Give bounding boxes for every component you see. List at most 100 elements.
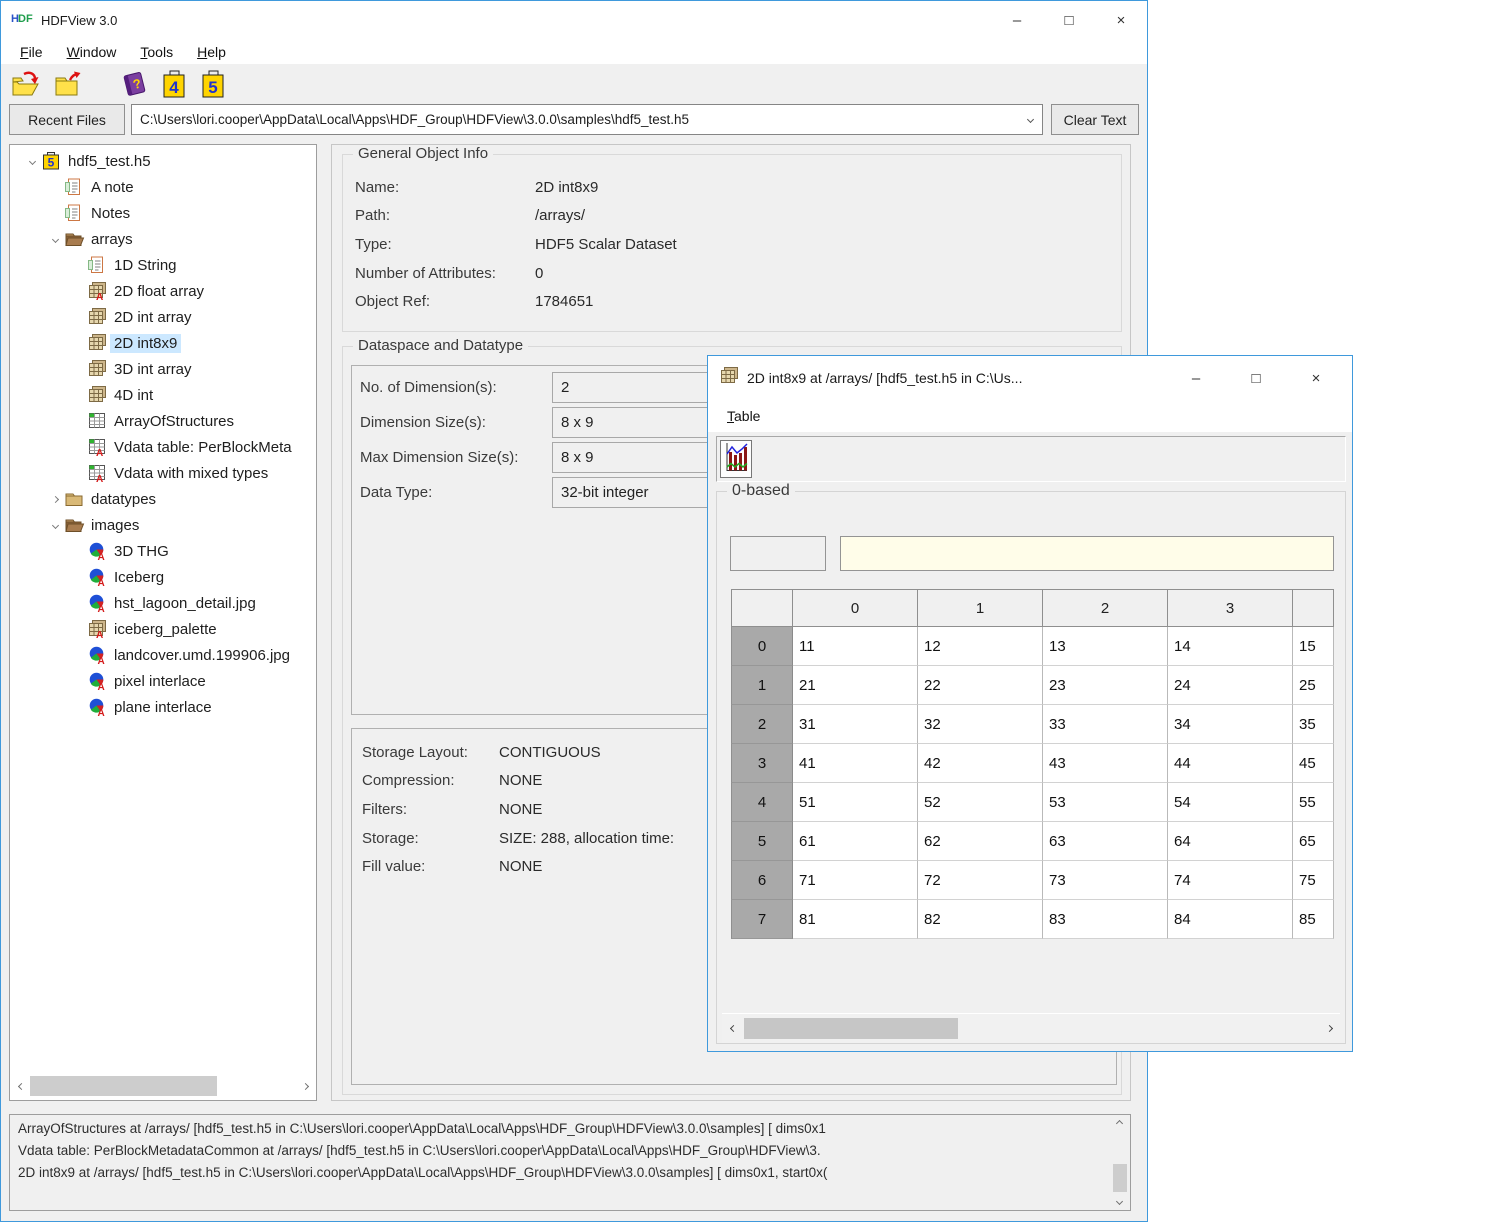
menu-window[interactable]: Window <box>58 42 126 62</box>
tree-item-notes[interactable]: Notes <box>10 200 316 226</box>
tree-item-3d-thg[interactable]: A3D THG <box>10 538 316 564</box>
grid-cell[interactable]: 63 <box>1043 822 1168 861</box>
table-window-titlebar[interactable]: 2D int8x9 at /arrays/ [hdf5_test.h5 in C… <box>708 356 1352 400</box>
grid-cell[interactable]: 11 <box>793 627 918 666</box>
grid-row-header[interactable]: 3 <box>731 744 793 783</box>
scroll-down-icon[interactable] <box>1116 1198 1123 1205</box>
tree-item-iceberg[interactable]: AIceberg <box>10 564 316 590</box>
grid-row-header[interactable]: 1 <box>731 666 793 705</box>
table-horizontal-scrollbar[interactable] <box>722 1013 1340 1043</box>
grid-cell[interactable]: 42 <box>918 744 1043 783</box>
close-icon[interactable]: × <box>1095 1 1147 39</box>
tree-item-hst-lagoon-detail-jpg[interactable]: Ahst_lagoon_detail.jpg <box>10 590 316 616</box>
grid-cell[interactable]: 21 <box>793 666 918 705</box>
grid-cell[interactable]: 75 <box>1293 861 1334 900</box>
grid-cell[interactable]: 14 <box>1168 627 1293 666</box>
grid-cell[interactable]: 43 <box>1043 744 1168 783</box>
tree-item-2d-float-array[interactable]: A2D float array <box>10 278 316 304</box>
clear-text-button[interactable]: Clear Text <box>1051 104 1139 135</box>
chevron-down-icon[interactable] <box>22 159 42 164</box>
hdf4-lib-button[interactable]: 4 <box>161 70 188 99</box>
scroll-left-icon[interactable] <box>12 1074 30 1098</box>
chevron-down-icon[interactable] <box>45 523 65 528</box>
menu-table[interactable]: Table <box>718 406 769 426</box>
grid-row-header[interactable]: 2 <box>731 705 793 744</box>
status-scrollbar-thumb[interactable] <box>1113 1164 1127 1192</box>
minimize-icon[interactable]: – <box>1166 356 1226 400</box>
grid-cell[interactable]: 55 <box>1293 783 1334 822</box>
tree-item-2d-int-array[interactable]: 2D int array <box>10 304 316 330</box>
grid-cell[interactable]: 51 <box>793 783 918 822</box>
hdf5-lib-button[interactable]: 5 <box>200 70 227 99</box>
grid-cell[interactable]: 23 <box>1043 666 1168 705</box>
grid-row-header[interactable]: 7 <box>731 900 793 939</box>
tree-horizontal-scrollbar[interactable] <box>10 1074 316 1098</box>
tree-item-4d-int[interactable]: 4D int <box>10 382 316 408</box>
grid-row-header[interactable]: 4 <box>731 783 793 822</box>
table-scrollbar-thumb[interactable] <box>744 1018 958 1039</box>
grid-cell[interactable]: 15 <box>1293 627 1334 666</box>
grid-row-header[interactable]: 5 <box>731 822 793 861</box>
close-icon[interactable]: × <box>1286 356 1346 400</box>
menu-help[interactable]: Help <box>188 42 235 62</box>
grid-cell[interactable]: 62 <box>918 822 1043 861</box>
tree-item-iceberg-palette[interactable]: Aiceberg_palette <box>10 616 316 642</box>
scroll-right-icon[interactable] <box>1320 1014 1338 1043</box>
grid-cell[interactable]: 22 <box>918 666 1043 705</box>
tree-scrollbar-thumb[interactable] <box>30 1076 217 1096</box>
grid-column-header[interactable]: 3 <box>1168 589 1293 627</box>
tree-item-landcover-umd-199906-jpg[interactable]: Alandcover.umd.199906.jpg <box>10 642 316 668</box>
tree-item-pixel-interlace[interactable]: Apixel interlace <box>10 668 316 694</box>
cell-value-field[interactable] <box>840 536 1334 571</box>
tree-item-vdata-with-mixed-types[interactable]: AVdata with mixed types <box>10 460 316 486</box>
line-plot-button[interactable] <box>720 440 752 478</box>
close-file-button[interactable] <box>53 70 83 98</box>
recent-files-button[interactable]: Recent Files <box>9 104 125 135</box>
maximize-icon[interactable]: □ <box>1226 356 1286 400</box>
grid-cell[interactable]: 61 <box>793 822 918 861</box>
grid-column-header[interactable] <box>1293 589 1334 627</box>
grid-row-header[interactable]: 0 <box>731 627 793 666</box>
chevron-down-icon[interactable] <box>1027 116 1034 123</box>
tree-item-images[interactable]: images <box>10 512 316 538</box>
grid-cell[interactable]: 44 <box>1168 744 1293 783</box>
grid-cell[interactable]: 54 <box>1168 783 1293 822</box>
grid-cell[interactable]: 53 <box>1043 783 1168 822</box>
tree-item-datatypes[interactable]: datatypes <box>10 486 316 512</box>
grid-row-header[interactable]: 6 <box>731 861 793 900</box>
grid-cell[interactable]: 71 <box>793 861 918 900</box>
maximize-icon[interactable]: □ <box>1043 1 1095 39</box>
grid-cell[interactable]: 83 <box>1043 900 1168 939</box>
chevron-down-icon[interactable] <box>45 237 65 242</box>
status-vertical-scrollbar[interactable] <box>1112 1116 1129 1209</box>
grid-cell[interactable]: 31 <box>793 705 918 744</box>
tree-item-1d-string[interactable]: 1D String <box>10 252 316 278</box>
tree-item-vdata-table-perblockmeta[interactable]: AVdata table: PerBlockMeta <box>10 434 316 460</box>
grid-cell[interactable]: 25 <box>1293 666 1334 705</box>
grid-cell[interactable]: 65 <box>1293 822 1334 861</box>
open-file-button[interactable] <box>11 70 41 98</box>
grid-cell[interactable]: 35 <box>1293 705 1334 744</box>
grid-corner-cell[interactable] <box>731 589 793 627</box>
tree-item-a-note[interactable]: A note <box>10 174 316 200</box>
grid-cell[interactable]: 72 <box>918 861 1043 900</box>
grid-cell[interactable]: 64 <box>1168 822 1293 861</box>
grid-column-header[interactable]: 1 <box>918 589 1043 627</box>
tree-item-hdf5-test-h5[interactable]: 5hdf5_test.h5 <box>10 148 316 174</box>
help-book-button[interactable]: ? <box>119 70 149 98</box>
grid-cell[interactable]: 85 <box>1293 900 1334 939</box>
tree-item-2d-int8x9[interactable]: 2D int8x9 <box>10 330 316 356</box>
tree-item-arrayofstructures[interactable]: ArrayOfStructures <box>10 408 316 434</box>
file-path-combobox[interactable]: C:\Users\lori.cooper\AppData\Local\Apps\… <box>131 104 1043 135</box>
grid-cell[interactable]: 45 <box>1293 744 1334 783</box>
grid-cell[interactable]: 73 <box>1043 861 1168 900</box>
cell-selection-field[interactable] <box>730 536 826 571</box>
grid-column-header[interactable]: 0 <box>793 589 918 627</box>
menu-tools[interactable]: Tools <box>131 42 182 62</box>
main-titlebar[interactable]: HDF HDFView 3.0 – □ × <box>1 1 1147 39</box>
grid-cell[interactable]: 81 <box>793 900 918 939</box>
grid-cell[interactable]: 32 <box>918 705 1043 744</box>
scroll-up-icon[interactable] <box>1116 1120 1123 1127</box>
grid-cell[interactable]: 34 <box>1168 705 1293 744</box>
grid-cell[interactable]: 84 <box>1168 900 1293 939</box>
